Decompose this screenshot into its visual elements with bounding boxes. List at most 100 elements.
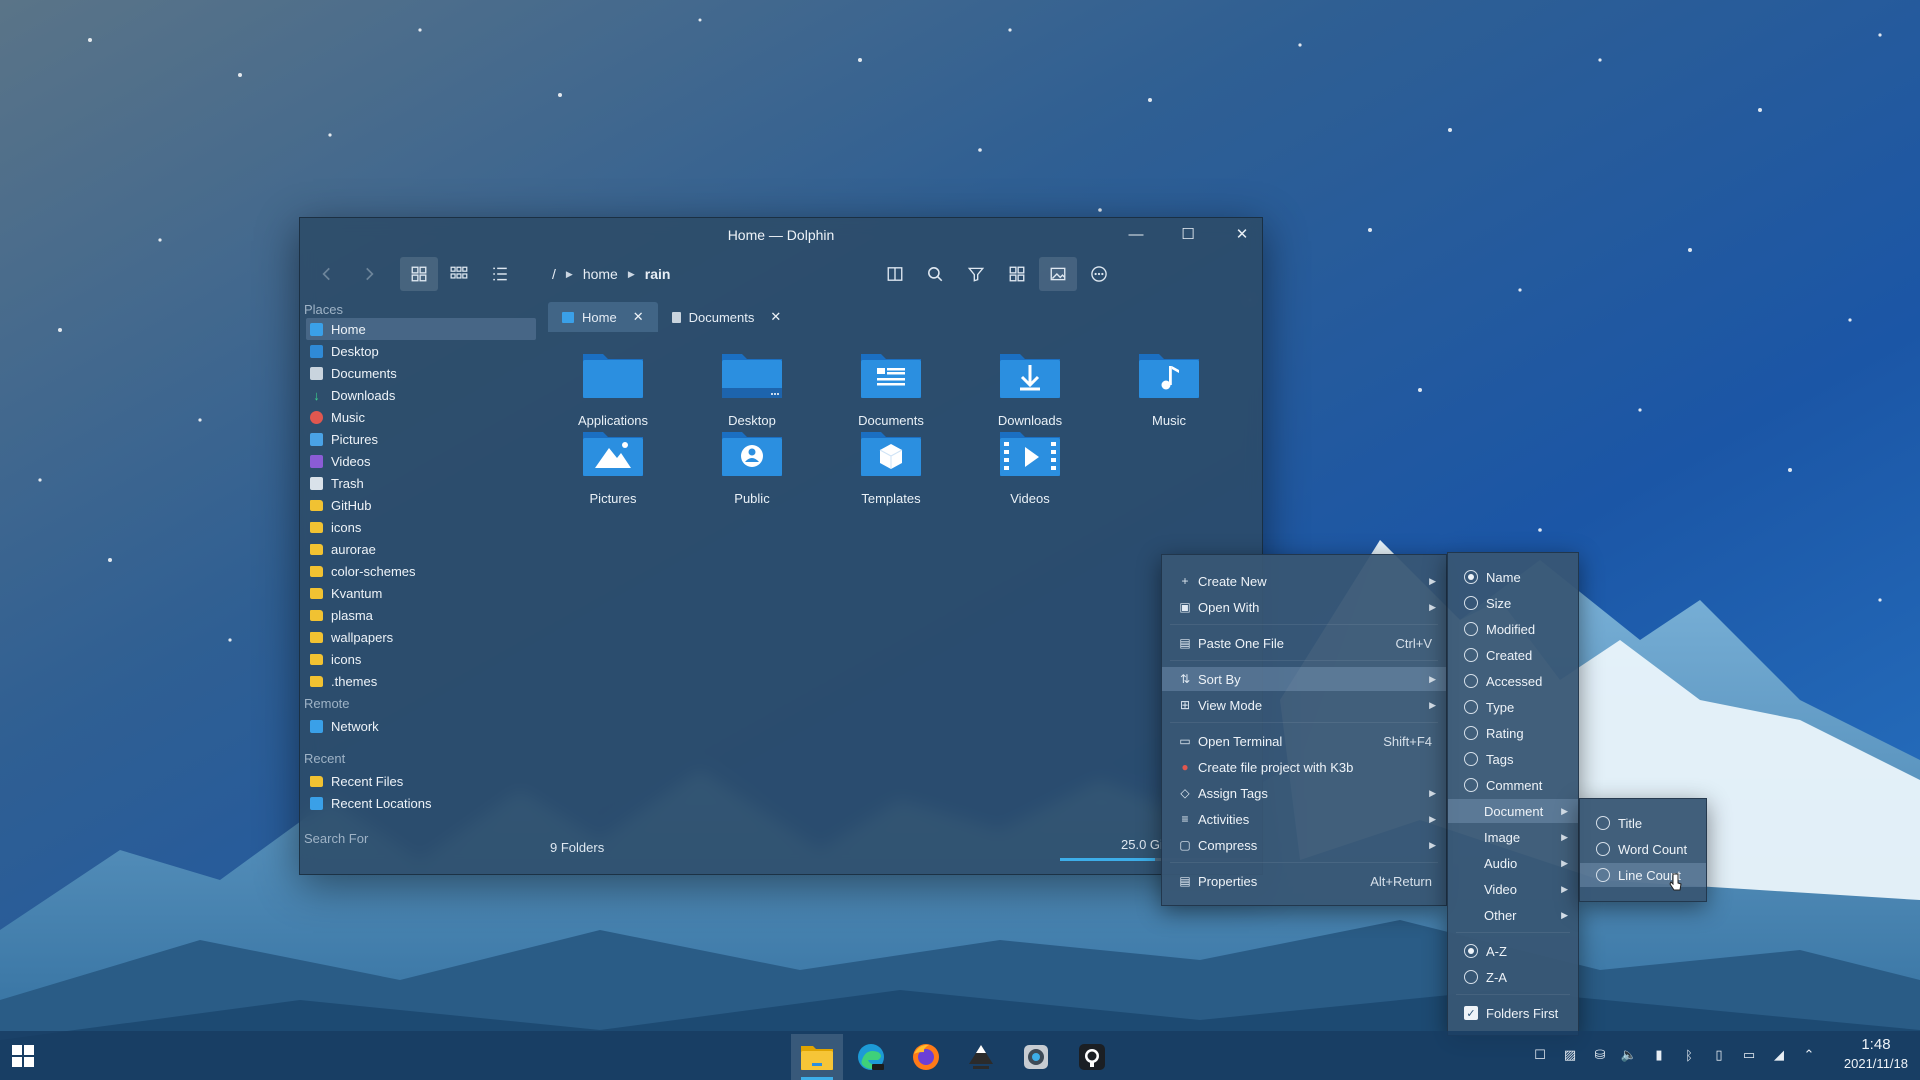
clipboard-icon[interactable]: ▨	[1560, 1045, 1580, 1065]
sort-doc-title[interactable]: Title	[1580, 811, 1706, 835]
sort-group-document[interactable]: Document ▶	[1448, 799, 1578, 823]
sort-option-rating[interactable]: Rating	[1448, 721, 1578, 745]
sidebar-item-music[interactable]: Music	[306, 406, 536, 428]
start-menu-icon[interactable]	[12, 1045, 34, 1067]
search-button[interactable]	[916, 257, 954, 291]
folder-item[interactable]: Downloads	[965, 348, 1095, 428]
sort-option-comment[interactable]: Comment	[1448, 773, 1578, 797]
taskbar-app-github[interactable]	[1066, 1034, 1118, 1080]
sidebar-item-aurorae[interactable]: aurorae	[306, 538, 536, 560]
sidebar-item-color-schemes[interactable]: color-schemes	[306, 560, 536, 582]
breadcrumb-separator-icon[interactable]: ▶	[628, 269, 635, 280]
sort-order-za[interactable]: Z-A	[1448, 965, 1578, 989]
close-tab-icon[interactable]: ✕	[770, 309, 781, 325]
sidebar-item-documents[interactable]: Documents	[306, 362, 536, 384]
menu-item-open-with[interactable]: ▣ Open With ▶	[1162, 595, 1446, 619]
menu-item-paste[interactable]: ▤ Paste One File Ctrl+V	[1162, 631, 1446, 655]
close-tab-icon[interactable]: ✕	[633, 309, 644, 325]
menu-item-create-new[interactable]: + Create New ▶	[1162, 569, 1446, 593]
details-view-button[interactable]	[481, 257, 519, 291]
device-icon[interactable]: ▯	[1709, 1045, 1729, 1065]
split-view-button[interactable]	[876, 257, 914, 291]
taskbar-app-file-manager[interactable]	[791, 1034, 843, 1080]
battery-icon[interactable]: ▮	[1649, 1045, 1669, 1065]
sort-doc-line-count[interactable]: Line Count	[1580, 863, 1706, 887]
sort-option-name[interactable]: Name	[1448, 565, 1578, 589]
preview-button[interactable]	[1039, 257, 1077, 291]
sidebar-item-github[interactable]: GitHub	[306, 494, 536, 516]
folder-item[interactable]: Applications	[548, 348, 678, 428]
sort-option-created[interactable]: Created	[1448, 643, 1578, 667]
sidebar-item-videos[interactable]: Videos	[306, 450, 536, 472]
sidebar-item-icons-2[interactable]: icons	[306, 648, 536, 670]
more-menu-button[interactable]	[1080, 257, 1118, 291]
folders-first-toggle[interactable]: ✓ Folders First	[1448, 1001, 1578, 1025]
grid-menu-button[interactable]	[998, 257, 1036, 291]
forward-button[interactable]	[350, 257, 388, 291]
network-drive-icon[interactable]: ⛁	[1590, 1045, 1610, 1065]
sidebar-item-desktop[interactable]: Desktop	[306, 340, 536, 362]
menu-item-activities[interactable]: ≡ Activities ▶	[1162, 807, 1446, 831]
close-button[interactable]: ✕	[1230, 224, 1254, 246]
taskbar-app-firefox[interactable]	[900, 1034, 952, 1080]
filter-button[interactable]	[957, 257, 995, 291]
taskbar-app-settings[interactable]	[1010, 1034, 1062, 1080]
sort-option-modified[interactable]: Modified	[1448, 617, 1578, 641]
folder-item[interactable]: Desktop	[687, 348, 817, 428]
sidebar-item-wallpapers[interactable]: wallpapers	[306, 626, 536, 648]
sidebar-item-icons[interactable]: icons	[306, 516, 536, 538]
clock[interactable]: 1:48 2021/11/18	[1844, 1036, 1908, 1071]
taskbar-app-edge-dev[interactable]	[845, 1034, 897, 1080]
sidebar-item-trash[interactable]: Trash	[306, 472, 536, 494]
folder-item[interactable]: Pictures	[548, 426, 678, 506]
sort-group-image[interactable]: Image ▶	[1448, 825, 1578, 849]
folder-item[interactable]: Documents	[826, 348, 956, 428]
sidebar-item-themes[interactable]: .themes	[306, 670, 536, 692]
menu-item-k3b[interactable]: ● Create file project with K3b	[1162, 755, 1446, 779]
folder-item[interactable]: Public	[687, 426, 817, 506]
tray-expand-icon[interactable]: ⌃	[1799, 1045, 1819, 1065]
menu-item-properties[interactable]: ▤ Properties Alt+Return	[1162, 869, 1446, 893]
tab-home[interactable]: Home ✕	[548, 302, 658, 332]
folder-item[interactable]: Music	[1104, 348, 1234, 428]
sort-option-tags[interactable]: Tags	[1448, 747, 1578, 771]
minimize-button[interactable]: —	[1124, 224, 1148, 246]
folder-item[interactable]: Templates	[826, 426, 956, 506]
sidebar-item-downloads[interactable]: ↓ Downloads	[306, 384, 536, 406]
sort-group-video[interactable]: Video ▶	[1448, 877, 1578, 901]
folder-item[interactable]: Videos	[965, 426, 1095, 506]
sort-option-size[interactable]: Size	[1448, 591, 1578, 615]
sort-group-audio[interactable]: Audio ▶	[1448, 851, 1578, 875]
sidebar-item-recent-files[interactable]: Recent Files	[306, 770, 536, 792]
breadcrumb-current[interactable]: rain	[645, 266, 671, 282]
sidebar-item-network[interactable]: Network	[306, 715, 536, 737]
maximize-button[interactable]: ☐	[1176, 224, 1200, 246]
compact-view-button[interactable]	[440, 257, 478, 291]
notification-icon[interactable]: ☐	[1530, 1045, 1550, 1065]
menu-item-sort-by[interactable]: ⇅ Sort By ▶	[1162, 667, 1446, 691]
menu-item-open-terminal[interactable]: ▭ Open Terminal Shift+F4	[1162, 729, 1446, 753]
menu-item-compress[interactable]: ▢ Compress ▶	[1162, 833, 1446, 857]
sort-option-type[interactable]: Type	[1448, 695, 1578, 719]
breadcrumb-root[interactable]: /	[552, 266, 556, 282]
menu-item-assign-tags[interactable]: ◇ Assign Tags ▶	[1162, 781, 1446, 805]
display-icon[interactable]: ▭	[1739, 1045, 1759, 1065]
sort-group-other[interactable]: Other ▶	[1448, 903, 1578, 927]
sidebar-item-plasma[interactable]: plasma	[306, 604, 536, 626]
title-bar[interactable]: Home — Dolphin — ☐ ✕	[300, 218, 1262, 252]
sidebar-item-home[interactable]: Home	[306, 318, 536, 340]
sort-order-az[interactable]: A-Z	[1448, 939, 1578, 963]
sidebar-item-recent-locations[interactable]: Recent Locations	[306, 792, 536, 814]
sidebar-item-kvantum[interactable]: Kvantum	[306, 582, 536, 604]
bluetooth-icon[interactable]: ᛒ	[1679, 1045, 1699, 1065]
breadcrumb-home[interactable]: home	[583, 266, 618, 282]
taskbar-app-inkscape[interactable]	[955, 1034, 1007, 1080]
sidebar-item-pictures[interactable]: Pictures	[306, 428, 536, 450]
tab-documents[interactable]: Documents ✕	[658, 302, 796, 332]
breadcrumb-separator-icon[interactable]: ▶	[566, 269, 573, 280]
sort-doc-word-count[interactable]: Word Count	[1580, 837, 1706, 861]
menu-item-view-mode[interactable]: ⊞ View Mode ▶	[1162, 693, 1446, 717]
icons-view-button[interactable]	[400, 257, 438, 291]
sort-option-accessed[interactable]: Accessed	[1448, 669, 1578, 693]
volume-icon[interactable]: 🔈	[1619, 1045, 1639, 1065]
